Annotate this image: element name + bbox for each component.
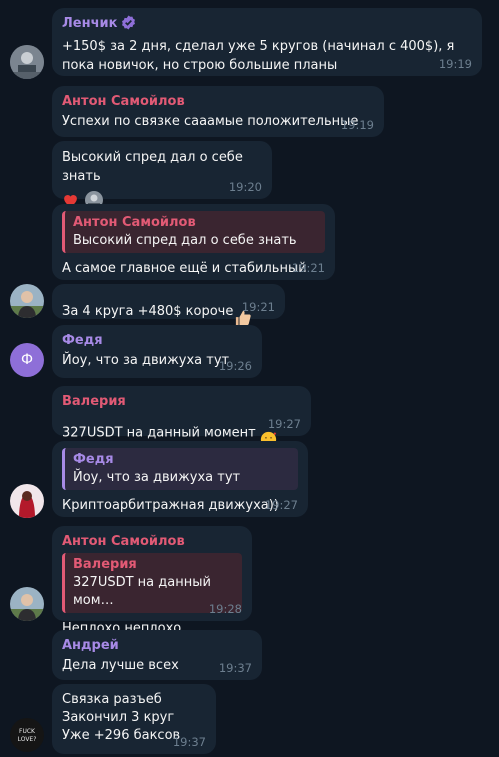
sender-name[interactable]: Антон Самойлов xyxy=(62,93,374,111)
message-bubble[interactable]: Антон Самойлов Валерия 327USDT на данный… xyxy=(52,526,252,636)
message-bubble[interactable]: Связка разъеб Закончил 3 круг Уже +296 б… xyxy=(52,684,216,754)
message-time: 19:19 xyxy=(340,118,374,132)
message-time: 19:37 xyxy=(172,735,206,749)
avatar[interactable]: FUCK LOVE? xyxy=(10,718,44,752)
message-bubble[interactable]: Антон Самойлов Успехи по связке сааамые … xyxy=(52,86,384,137)
svg-text:FUCK: FUCK xyxy=(19,728,36,735)
message-bubble[interactable]: Высокий спред дал о себе знать 19:20 xyxy=(52,141,272,209)
verified-badge-icon xyxy=(121,15,136,36)
reply-sender: Антон Самойлов xyxy=(73,215,196,230)
sender-name[interactable]: Федя xyxy=(62,332,252,350)
avatar-letter: Ф xyxy=(20,352,34,368)
sender-name[interactable]: Валерия xyxy=(62,393,301,411)
avatar[interactable]: Ф xyxy=(10,343,44,377)
message-time: 19:19 xyxy=(438,57,472,71)
sender-name[interactable]: Антон Самойлов xyxy=(62,533,242,551)
reply-preview[interactable]: Федя Йоу, что за движуха тут xyxy=(62,448,298,490)
avatar[interactable] xyxy=(10,484,44,518)
svg-text:LOVE?: LOVE? xyxy=(18,736,37,743)
message-time: 19:21 xyxy=(241,300,275,314)
message-time: 19:21 xyxy=(291,261,325,275)
message-time: 19:26 xyxy=(218,359,252,373)
message-time: 19:28 xyxy=(208,602,242,616)
message-bubble[interactable]: Федя Йоу, что за движуха тут 19:26 xyxy=(52,325,262,378)
message-bubble[interactable]: Валерия 327USDT на данный момент 19:27 xyxy=(52,386,311,448)
message-bubble[interactable]: Ленчик +150$ за 2 дня, сделал уже 5 круг… xyxy=(52,8,482,76)
avatar[interactable] xyxy=(10,45,44,79)
avatar[interactable] xyxy=(10,587,44,621)
reply-sender: Валерия xyxy=(73,557,137,572)
reply-text: Высокий спред дал о себе знать xyxy=(73,233,297,248)
message-bubble[interactable]: За 4 круга +480$ короче 19:21 xyxy=(52,284,285,326)
message-bubble[interactable]: Антон Самойлов Высокий спред дал о себе … xyxy=(52,204,335,280)
sender-name[interactable]: Андрей xyxy=(62,637,252,655)
reply-text: Йоу, что за движуха тут xyxy=(73,470,241,485)
message-bubble[interactable]: Андрей Дела лучше всех 19:37 xyxy=(52,630,262,751)
message-text: А самое главное ещё и стабильный xyxy=(62,261,307,276)
message-text: Криптоарбитражная движуха)) xyxy=(62,498,279,513)
message-time: 19:37 xyxy=(218,661,252,675)
message-time: 19:27 xyxy=(267,417,301,431)
avatar[interactable] xyxy=(10,284,44,318)
reply-sender: Федя xyxy=(73,452,114,467)
message-bubble[interactable]: Федя Йоу, что за движуха тут Криптоарбит… xyxy=(52,441,308,517)
message-time: 19:20 xyxy=(228,180,262,194)
message-time: 19:27 xyxy=(264,498,298,512)
reply-preview[interactable]: Антон Самойлов Высокий спред дал о себе … xyxy=(62,211,325,253)
sender-name[interactable]: Ленчик xyxy=(62,15,472,36)
message-text: +150$ за 2 дня, сделал уже 5 кругов (нач… xyxy=(62,39,455,73)
message-text: Успехи по связке сааамые положительные xyxy=(62,114,359,129)
